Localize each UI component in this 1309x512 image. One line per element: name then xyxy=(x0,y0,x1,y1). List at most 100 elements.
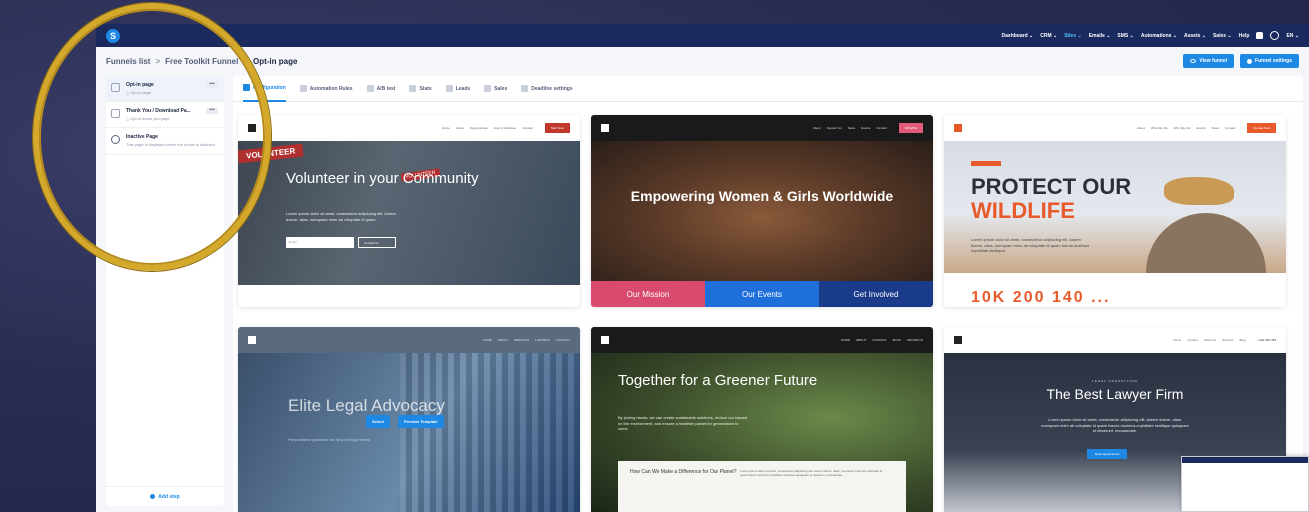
template-header: About What We Do Who We Are Events News … xyxy=(944,115,1286,141)
tab-label: Automation Rules xyxy=(309,85,353,92)
funnel-settings-button[interactable]: Funnel settings xyxy=(1240,54,1299,68)
nav-dashboard[interactable]: Dashboard ⌄ xyxy=(1002,33,1034,39)
template-cta: Donate Now xyxy=(1247,123,1276,133)
template-nav-link: Events xyxy=(861,126,871,130)
template-header: About Support Us News Events Contact DON… xyxy=(591,115,933,141)
breadcrumb: Funnels list > Free Toolkit Funnel > Opt-in … xyxy=(106,57,297,66)
template-nav: Home About Opportunities How to Voluntee… xyxy=(442,123,570,133)
nav-sms[interactable]: SMS ⌄ xyxy=(1117,33,1133,39)
tab-sales[interactable]: Sales xyxy=(484,76,507,102)
preview-template-button[interactable]: Preview Template xyxy=(398,415,444,428)
tab-configuration[interactable]: Configuration xyxy=(243,76,286,102)
nav-assets[interactable]: Assets ⌄ xyxy=(1184,33,1206,39)
thumbnail-titlebar xyxy=(1182,457,1308,463)
template-email-field: Email xyxy=(286,237,354,248)
breadcrumb-current: Opt-in page xyxy=(252,56,298,66)
template-card-empowering-women[interactable]: About Support Us News Events Contact DON… xyxy=(591,115,933,307)
nav-automations[interactable]: Automations ⌄ xyxy=(1141,33,1177,39)
info-box-heading: How Can We Make a Difference for Our Pla… xyxy=(630,469,737,475)
tab-leads[interactable]: Leads xyxy=(445,76,470,102)
step-thank-you-page[interactable]: Thank You / Download Pa... △ Opt-in than… xyxy=(106,102,224,129)
step-subtitle: △ Opt-in page xyxy=(126,90,152,95)
template-logo xyxy=(954,336,962,344)
tab-automation-rules[interactable]: Automation Rules xyxy=(299,76,353,102)
nav-sites[interactable]: Sites ⌄ xyxy=(1064,33,1082,39)
template-title: Volunteer in your Community xyxy=(286,170,479,187)
template-logo xyxy=(601,124,609,132)
window-thumbnail[interactable] xyxy=(1181,456,1309,512)
template-nav-link: About xyxy=(812,126,821,130)
tab-label: Stats xyxy=(419,85,432,92)
step-inactive-page[interactable]: Inactive Page This page is displayed whe… xyxy=(106,128,224,155)
template-nav-link: HOME xyxy=(841,338,851,342)
nav-help[interactable]: Help xyxy=(1239,33,1250,39)
template-cta: DONATE xyxy=(898,123,923,133)
step-more-button[interactable]: ••• xyxy=(206,82,218,88)
title-line-2: WILDLIFE xyxy=(971,198,1075,224)
feature-get-involved: Get Involved xyxy=(819,281,933,307)
template-nav-link: Contact xyxy=(1187,338,1198,342)
feature-our-mission: Our Mission xyxy=(591,281,705,307)
template-contact-button: Contact Us xyxy=(358,237,396,248)
breadcrumb-separator: > xyxy=(243,56,248,66)
template-card-greener-future[interactable]: HOME ABOUT CONTACT BLOG PROJECTS Togethe… xyxy=(591,327,933,512)
step-opt-in-page[interactable]: Opt-in page △ Opt-in page ••• xyxy=(106,76,224,103)
top-nav: S Dashboard ⌄ CRM ⌄ Sites ⌄ Emails ⌄ SMS… xyxy=(96,24,1309,47)
breadcrumb-funnels-list[interactable]: Funnels list xyxy=(106,57,150,66)
language-select[interactable]: EN ⌄ xyxy=(1286,33,1299,39)
template-badge: VOLUNTEER xyxy=(238,143,304,164)
template-logo xyxy=(954,124,962,132)
plus-icon xyxy=(150,494,156,499)
tab-ab-test[interactable]: A/B test xyxy=(366,76,395,102)
template-nav-link: ABOUT xyxy=(497,338,509,342)
template-nav: HOME ABOUT CONTACT BLOG PROJECTS xyxy=(841,338,923,342)
template-grid: Home About Opportunities How to Voluntee… xyxy=(238,115,1298,512)
nav-sales[interactable]: Sales ⌄ xyxy=(1213,33,1232,39)
info-box-text: Lorem ipsum dolor sit amet, consectetur … xyxy=(740,469,883,478)
template-card-wildlife[interactable]: About What We Do Who We Are Events News … xyxy=(944,115,1286,307)
template-hero: VOLUNTEER VOLUNTEER Volunteer in your Co… xyxy=(238,141,580,285)
template-info-box: How Can We Make a Difference for Our Pla… xyxy=(618,461,906,512)
template-nav-link: Events xyxy=(1196,126,1206,130)
template-nav-link: Home xyxy=(1173,338,1182,342)
rock-image xyxy=(1146,213,1266,273)
template-nav-link: Contact xyxy=(1225,126,1236,130)
view-funnel-button[interactable]: View funnel xyxy=(1183,54,1235,68)
notification-bell-icon[interactable] xyxy=(1256,32,1264,39)
cart-icon xyxy=(484,85,492,92)
template-hero: Empowering Women & Girls Worldwide xyxy=(591,141,933,281)
nav-crm[interactable]: CRM ⌄ xyxy=(1040,33,1057,39)
template-nav-link: News xyxy=(1211,126,1220,130)
step-title: Thank You / Download Pa... xyxy=(126,108,191,115)
user-avatar-icon[interactable] xyxy=(1270,31,1280,40)
page-icon xyxy=(111,109,120,119)
template-nav: About Support Us News Events Contact DON… xyxy=(813,123,923,133)
template-nav: HOME ABOUT SERVICES LAWYERS CONTACT xyxy=(483,338,570,342)
template-nav-link: About Us xyxy=(1203,338,1217,342)
nav-emails[interactable]: Emails ⌄ xyxy=(1089,33,1111,39)
template-nav-link: News xyxy=(847,126,856,130)
app-logo[interactable]: S xyxy=(106,28,120,43)
template-nav-link: CONTACT xyxy=(555,338,570,342)
template-hero: Together for a Greener Future By joining… xyxy=(591,353,933,512)
template-header: Home About Opportunities How to Voluntee… xyxy=(238,115,580,141)
template-nav-link: Services xyxy=(1222,338,1234,342)
select-template-button[interactable]: Select xyxy=(366,415,390,428)
template-title: The Best Lawyer Firm xyxy=(1046,386,1184,402)
template-card-volunteer[interactable]: Home About Opportunities How to Voluntee… xyxy=(238,115,580,307)
accent-bar xyxy=(971,161,1001,166)
template-appointment-button: Book Appointment xyxy=(1087,449,1128,459)
tab-deadline-settings[interactable]: Deadline settings xyxy=(521,76,573,102)
template-card-legal[interactable]: HOME ABOUT SERVICES LAWYERS CONTACT Elit… xyxy=(238,327,580,512)
template-nav-link: What We Do xyxy=(1150,126,1168,130)
tab-bar: Configuration Automation Rules A/B test … xyxy=(233,76,1303,102)
step-subtitle: This page is displayed when the funnel i… xyxy=(126,142,215,148)
add-step-button[interactable]: Add step xyxy=(106,486,224,506)
step-more-button[interactable]: ••• xyxy=(206,108,218,115)
split-icon xyxy=(366,85,374,92)
breadcrumb-funnel[interactable]: Free Toolkit Funnel xyxy=(165,57,238,66)
template-text: Personalized guidance for all your legal… xyxy=(288,437,370,442)
tab-stats[interactable]: Stats xyxy=(409,76,432,102)
template-text: Lorem ipsum dolor sit amet, consectetur … xyxy=(286,211,396,222)
header-actions: View funnel Funnel settings xyxy=(1183,54,1299,68)
